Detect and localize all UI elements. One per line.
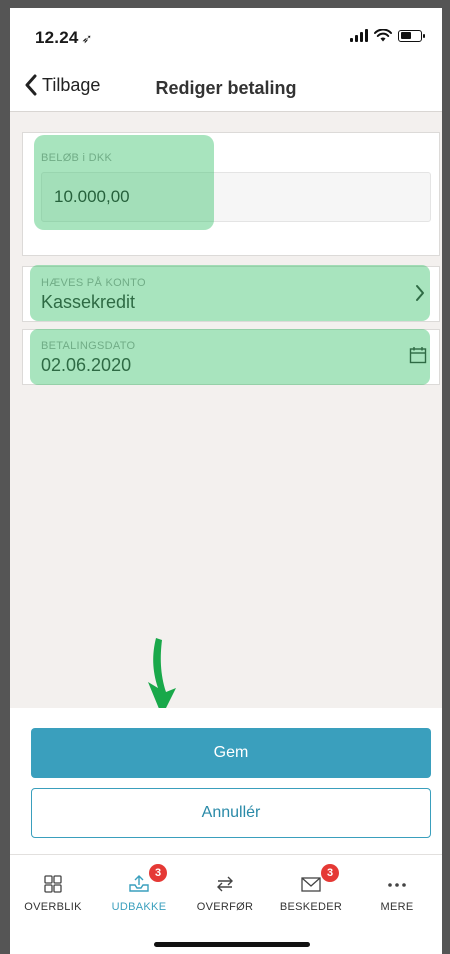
status-bar: 12.24 ➶	[10, 8, 442, 64]
date-label: BETALINGSDATO	[41, 340, 136, 352]
tab-label: UDBAKKE	[111, 901, 167, 913]
tab-mere[interactable]: MERE	[354, 855, 440, 925]
battery-icon	[398, 29, 425, 42]
status-time: 12.24 ➶	[35, 28, 93, 48]
more-icon	[388, 883, 406, 887]
navigation-bar: Tilbage Rediger betaling	[10, 64, 442, 112]
frame-edge	[0, 0, 450, 8]
amount-input[interactable]: 10.000,00	[41, 172, 431, 222]
account-row[interactable]: HÆVES PÅ KONTO Kassekredit	[22, 266, 440, 322]
tab-label: OVERBLIK	[24, 901, 82, 913]
save-button[interactable]: Gem	[31, 728, 431, 778]
home-indicator	[154, 942, 310, 947]
tab-label: BESKEDER	[279, 901, 343, 913]
amount-card: BELØB i DKK 10.000,00	[22, 132, 440, 256]
tab-overblik[interactable]: OVERBLIK	[10, 855, 96, 925]
badge-count: 3	[321, 864, 339, 882]
phone-screen: 12.24 ➶ Tilbage Rediger betaling BELØB i…	[10, 8, 442, 954]
location-arrow-icon: ➶	[81, 31, 93, 46]
status-time-text: 12.24	[35, 28, 79, 47]
tab-overfor[interactable]: OVERFØR	[182, 855, 268, 925]
date-value: 02.06.2020	[41, 355, 132, 375]
calendar-icon[interactable]	[409, 346, 427, 364]
amount-label: BELØB i DKK	[41, 152, 113, 164]
grid-icon	[44, 875, 62, 893]
outbox-icon	[129, 875, 149, 892]
page-title: Rediger betaling	[155, 78, 297, 98]
action-area: Gem Annullér	[10, 708, 442, 854]
tab-bar: OVERBLIK 3 UDBAKKE OVERFØR 3 BESKEDER ME…	[10, 854, 442, 954]
chevron-right-icon	[416, 285, 424, 301]
tab-beskeder[interactable]: 3 BESKEDER	[268, 855, 354, 925]
account-label: HÆVES PÅ KONTO	[41, 277, 146, 289]
date-row[interactable]: BETALINGSDATO 02.06.2020	[22, 329, 440, 385]
tab-udbakke[interactable]: 3 UDBAKKE	[96, 855, 182, 925]
wifi-icon	[374, 29, 392, 42]
account-value: Kassekredit	[41, 292, 136, 312]
status-icons	[350, 29, 425, 42]
tab-label: MERE	[380, 901, 414, 913]
frame-edge	[442, 0, 450, 954]
device-frame: 12.24 ➶ Tilbage Rediger betaling BELØB i…	[0, 0, 450, 954]
cellular-signal-icon	[350, 29, 368, 42]
frame-edge	[0, 0, 10, 954]
transfer-icon	[217, 876, 233, 892]
mail-icon	[301, 877, 321, 892]
badge-count: 3	[149, 864, 167, 882]
cancel-button[interactable]: Annullér	[31, 788, 431, 838]
tab-label: OVERFØR	[196, 901, 254, 913]
